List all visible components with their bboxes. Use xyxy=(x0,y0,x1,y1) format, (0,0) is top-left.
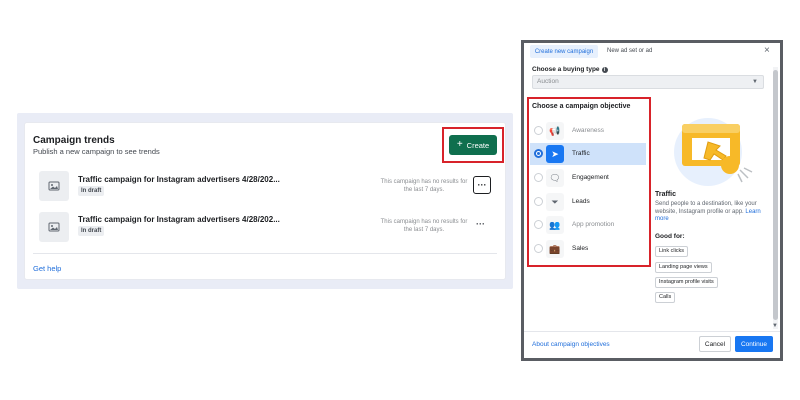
objective-detail-title: Traffic xyxy=(655,191,677,198)
megaphone-icon: 📢 xyxy=(546,122,564,140)
campaign-trends-title: Campaign trends xyxy=(33,135,115,146)
plus-icon: + xyxy=(456,139,463,150)
objective-detail-description: Send people to a destination, like your … xyxy=(655,201,765,224)
campaign-trends-subtitle: Publish a new campaign to see trends xyxy=(33,147,160,156)
tab-new-ad-set-or-ad[interactable]: New ad set or ad xyxy=(607,48,652,54)
objective-item-traffic[interactable]: ➤ Traffic xyxy=(530,143,646,165)
tab-create-new-campaign[interactable]: Create new campaign xyxy=(530,45,598,58)
more-options-button[interactable]: ··· xyxy=(473,176,491,194)
objective-label: Engagement xyxy=(572,174,609,181)
buying-type-label-text: Choose a buying type xyxy=(532,66,600,73)
objective-label: Traffic xyxy=(572,150,590,157)
about-campaign-objectives-link[interactable]: About campaign objectives xyxy=(532,341,610,348)
divider xyxy=(33,253,497,254)
good-for-chip: Calls xyxy=(655,292,676,303)
good-for-chip: Link clicks xyxy=(655,246,689,257)
create-button-label: Create xyxy=(466,140,490,150)
info-icon[interactable]: i xyxy=(601,67,608,73)
create-button[interactable]: + Create xyxy=(449,135,497,155)
objective-item-leads[interactable]: ⏷ Leads xyxy=(530,191,646,213)
close-icon[interactable]: × xyxy=(764,45,770,56)
campaign-thumbnail xyxy=(39,171,69,201)
chat-icon: 🗨 xyxy=(546,169,564,187)
objective-label: Sales xyxy=(572,245,589,252)
objective-item-app-promotion[interactable]: 👥 App promotion xyxy=(530,214,646,236)
good-for-chip: Landing page views xyxy=(655,262,712,273)
objective-radio[interactable] xyxy=(534,244,543,253)
objective-radio[interactable] xyxy=(534,197,543,206)
chevron-down-icon: ▼ xyxy=(752,79,758,85)
campaign-row-title[interactable]: Traffic campaign for Instagram advertise… xyxy=(78,175,280,184)
objective-label: App promotion xyxy=(572,221,615,228)
cursor-icon: ➤ xyxy=(546,145,564,163)
objective-radio[interactable] xyxy=(534,126,543,135)
good-for-chip: Instagram profile visits xyxy=(655,277,718,288)
buying-type-value: Auction xyxy=(537,78,559,85)
objective-item-engagement[interactable]: 🗨 Engagement xyxy=(530,167,646,189)
objective-detail-text: Send people to a destination, like your … xyxy=(655,201,757,215)
get-help-link[interactable]: Get help xyxy=(33,264,61,273)
campaign-row-note: This campaign has no results for the las… xyxy=(380,179,468,193)
objective-radio[interactable] xyxy=(534,149,543,158)
dialog-footer-divider xyxy=(524,331,780,332)
campaign-row-title[interactable]: Traffic campaign for Instagram advertise… xyxy=(78,215,280,224)
objective-radio[interactable] xyxy=(534,220,543,229)
campaign-thumbnail xyxy=(39,212,69,242)
cancel-button[interactable]: Cancel xyxy=(699,336,731,352)
image-icon xyxy=(48,222,60,232)
objective-label: Awareness xyxy=(572,127,605,134)
scrollbar-thumb[interactable] xyxy=(773,70,778,320)
people-icon: 👥 xyxy=(546,216,564,234)
buying-type-label: Choose a buying type i xyxy=(532,66,608,73)
objective-title: Choose a campaign objective xyxy=(532,103,631,110)
good-for-label: Good for: xyxy=(655,233,685,240)
campaign-row-note: This campaign has no results for the las… xyxy=(380,219,468,233)
buying-type-select[interactable]: Auction ▼ xyxy=(532,75,764,89)
image-icon xyxy=(48,181,60,191)
more-options-button[interactable]: ··· xyxy=(476,219,485,229)
objective-item-awareness[interactable]: 📢 Awareness xyxy=(530,120,646,142)
scroll-down-icon[interactable]: ▼ xyxy=(772,323,778,329)
status-badge: In draft xyxy=(78,226,105,236)
objective-item-sales[interactable]: 💼 Sales xyxy=(530,238,646,260)
traffic-illustration-icon xyxy=(674,118,753,186)
briefcase-icon: 💼 xyxy=(546,240,564,258)
objective-label: Leads xyxy=(572,198,590,205)
status-badge: In draft xyxy=(78,186,105,196)
funnel-icon: ⏷ xyxy=(546,193,564,211)
objective-radio[interactable] xyxy=(534,173,543,182)
continue-button[interactable]: Continue xyxy=(735,336,773,352)
